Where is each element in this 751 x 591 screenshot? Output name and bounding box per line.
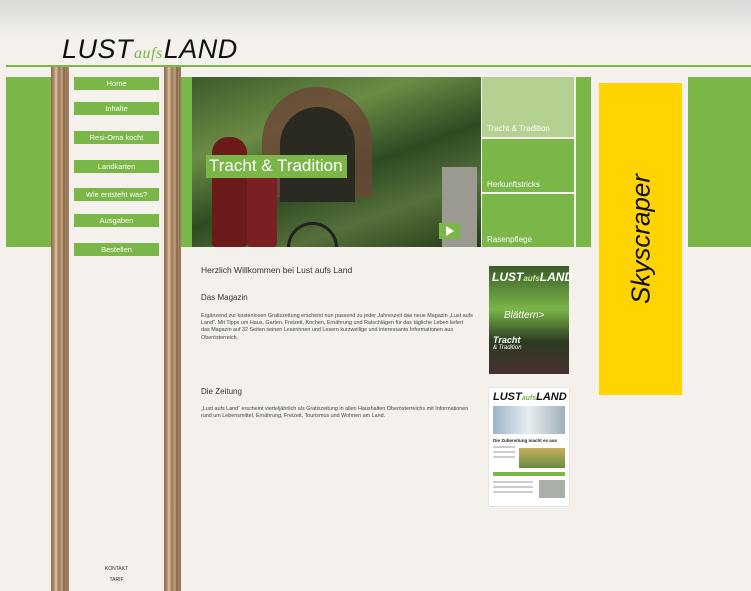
logo-text-land: LAND (163, 34, 238, 64)
nav-wie-entsteht-was[interactable]: Wie entsteht was? (74, 188, 159, 201)
newspaper-image (539, 480, 565, 498)
tab-label: Rasenpflege (487, 235, 532, 244)
magazine-thumbnail[interactable]: LUSTaufsLAND Blättern> Tracht & Tradition (489, 266, 573, 374)
nav-resi-oma-kocht[interactable]: Resi-Oma kocht (74, 131, 159, 144)
welcome-heading: Herzlich Willkommen bei Lust aufs Land (201, 265, 353, 275)
tab-label: Herkunftstricks (487, 180, 540, 189)
ad-label: Skyscraper (625, 173, 655, 305)
newspaper-headline: Die Zubereitung macht es aus (493, 438, 558, 443)
header-background (0, 0, 751, 35)
wood-post-right (164, 67, 181, 591)
site-logo[interactable]: LUSTaufsLAND (62, 34, 238, 65)
newspaper-thumbnail[interactable]: LUSTaufsLAND Die Zubereitung macht es au… (489, 388, 569, 506)
left-green-band (6, 77, 51, 247)
newspaper-image (519, 448, 565, 468)
skyscraper-ad[interactable]: Skyscraper (599, 83, 682, 395)
wood-post-left (51, 67, 69, 591)
tab-tracht-tradition[interactable]: Tracht & Tradition (482, 77, 574, 137)
center-green-band (181, 77, 192, 247)
nav-inhalte[interactable]: Inhalte (74, 102, 159, 115)
newspaper-text-line (493, 446, 515, 448)
tab-label: Tracht & Tradition (487, 124, 550, 133)
hero-bicycle-wheel (287, 222, 338, 247)
hero-person (247, 167, 277, 247)
nav-ausgaben[interactable]: Ausgaben (74, 214, 159, 227)
newspaper-text-line (493, 456, 515, 458)
footer-link-kontakt[interactable]: KONTAKT (69, 566, 164, 572)
play-icon[interactable] (439, 223, 460, 239)
section-text-zeitung: „Lust aufs Land“ erscheint vierteljährli… (201, 406, 469, 420)
newspaper-green-bar (493, 472, 565, 476)
hero-title: Tracht & Tradition (206, 155, 347, 178)
newspaper-text-line (493, 481, 533, 483)
magazine-logo: LUSTaufsLAND (492, 270, 574, 284)
right-green-band (688, 77, 751, 247)
nav-landkarten[interactable]: Landkarten (74, 160, 159, 173)
section-text-magazin: Ergänzend zur kostenlosen Gratiszeitung … (201, 313, 473, 341)
newspaper-text-line (493, 486, 533, 488)
newspaper-image (493, 406, 565, 434)
nav-home[interactable]: Home (74, 77, 159, 90)
tab-rasenpflege[interactable]: Rasenpflege (482, 194, 574, 247)
right-green-strip (576, 77, 591, 247)
newspaper-text-line (493, 491, 533, 493)
logo-text-lust: LUST (62, 34, 134, 64)
nav-bestellen[interactable]: Bestellen (74, 243, 159, 256)
navigation-column (69, 67, 164, 591)
section-title-zeitung: Die Zeitung (201, 387, 242, 396)
hero-person (212, 137, 247, 247)
newspaper-logo: LUSTaufsLAND (493, 391, 567, 403)
logo-text-aufs: aufs (134, 45, 163, 62)
tab-herkunftstricks[interactable]: Herkunftstricks (482, 139, 574, 192)
section-title-magazin: Das Magazin (201, 293, 248, 302)
magazine-cover-title: Tracht & Tradition (493, 335, 522, 352)
magazine-browse-link[interactable]: Blättern> (504, 310, 544, 321)
footer-link-tarif[interactable]: TARIF (69, 577, 164, 583)
newspaper-text-line (493, 451, 515, 453)
